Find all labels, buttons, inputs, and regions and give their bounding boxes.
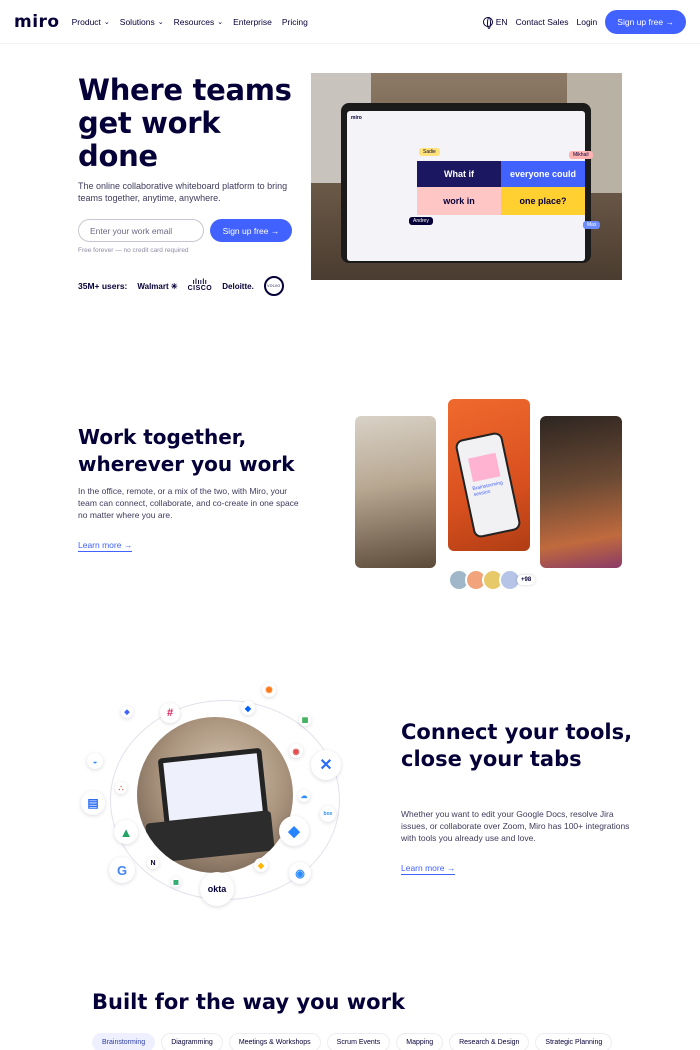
teams-icon: ◆: [121, 706, 133, 718]
cursor-tag: Sadie: [419, 148, 440, 156]
phone-note-text: Brainstorming session: [471, 479, 504, 499]
volvo-logo: VOLVO: [263, 276, 284, 296]
nav-solutions[interactable]: Solutions ⌄: [120, 17, 164, 27]
board-cell: one place?: [501, 187, 585, 215]
photo-phone-brainstorm: Brainstorming session: [448, 399, 530, 551]
notion-icon: N: [147, 857, 159, 869]
box-icon: box: [320, 806, 336, 822]
login-link[interactable]: Login: [576, 17, 597, 27]
nav-product[interactable]: Product ⌄: [72, 17, 110, 27]
phone: Brainstorming session: [454, 431, 522, 539]
hero-note: Free forever — no credit card required: [78, 247, 189, 254]
tab-strategic-planning[interactable]: Strategic Planning: [535, 1033, 613, 1050]
photo-man-on-couch: [355, 416, 436, 568]
nav-resources[interactable]: Resources ⌄: [174, 17, 224, 27]
cursor-tag: Andrey: [409, 217, 433, 225]
nav-enterprise[interactable]: Enterprise: [233, 17, 272, 27]
chevron-down-icon: ⌄: [217, 18, 224, 26]
cisco-logo: ılıılı CISCO: [187, 279, 213, 292]
tab-meetings-workshops[interactable]: Meetings & Workshops: [228, 1033, 321, 1050]
nav-product-label: Product: [71, 16, 101, 27]
photo-woman-tablet: [540, 416, 622, 568]
sheets-icon: ▦: [299, 714, 311, 726]
cursor-tag: Mikhail: [569, 151, 593, 159]
avatar-count: +98: [517, 575, 536, 585]
section-text: Whether you want to edit your Google Doc…: [401, 809, 630, 843]
webex-icon: ✕: [311, 750, 341, 780]
globe-icon: [482, 16, 493, 29]
hero-title: Where teams get work done: [78, 73, 292, 173]
miro-logo[interactable]: miro: [14, 12, 60, 32]
board-cell: everyone could: [501, 161, 585, 187]
hero-signup-button[interactable]: Sign up free →: [210, 219, 292, 242]
deloitte-logo: Deloitte.: [222, 281, 254, 291]
tab-research-design[interactable]: Research & Design: [449, 1033, 530, 1050]
walmart-logo: Walmart ✳: [137, 281, 178, 291]
collaborator-avatars: +98: [448, 569, 536, 591]
laptop-photo: [137, 717, 293, 873]
miro-board-screen: miro What if everyone could work in one …: [347, 111, 601, 261]
board-cell: work in: [417, 187, 501, 215]
nav-solutions-label: Solutions: [119, 16, 155, 27]
google-sheets-icon: ▦: [171, 877, 181, 887]
learn-more-link[interactable]: Learn more →: [401, 863, 456, 875]
board-cell: What if: [417, 161, 501, 187]
cloud-icon: ☁: [298, 790, 310, 802]
section-text: In the office, remote, or a mix of the t…: [78, 486, 299, 520]
cursor-tag: Max: [583, 221, 601, 229]
sketch-icon: ◆: [254, 858, 268, 872]
slack-icon: #: [160, 703, 180, 723]
section-title: Built for the way you work: [92, 990, 405, 1014]
board-app-name: miro: [351, 115, 362, 121]
google-docs-icon: ▤: [81, 791, 105, 815]
confluence-icon: ◒: [87, 753, 103, 769]
google-icon: G: [109, 857, 135, 883]
dropbox-icon: ◆: [241, 701, 255, 715]
email-input[interactable]: Enter your work email: [78, 219, 204, 242]
airtable-icon: ∴: [115, 782, 127, 794]
tab-mapping[interactable]: Mapping: [396, 1033, 444, 1050]
jira-icon: ◆: [279, 816, 309, 846]
nav-right: EN Contact Sales Login Sign up free →: [482, 9, 686, 34]
google-drive-icon: ▲: [114, 820, 138, 844]
tab-scrum-events[interactable]: Scrum Events: [326, 1033, 391, 1050]
hero-image: miro What if everyone could work in one …: [311, 73, 622, 280]
nav-links: Product ⌄ Solutions ⌄ Resources ⌄ Enterpris…: [72, 17, 308, 27]
users-count: 35M+ users:: [78, 281, 128, 291]
okta-icon: okta: [200, 872, 234, 906]
learn-more-link[interactable]: Learn more →: [78, 540, 133, 552]
zoom-icon: ◉: [289, 862, 311, 884]
top-nav: miro Product ⌄ Solutions ⌄ Resources ⌄ Ente…: [0, 0, 700, 44]
section-title: Work together, wherever you work: [78, 425, 295, 476]
language-label: EN: [495, 16, 508, 27]
nav-signup-button[interactable]: Sign up free →: [605, 9, 686, 34]
chevron-down-icon: ⌄: [103, 18, 110, 26]
customer-logos: 35M+ users: Walmart ✳ ılıılı CISCO Deloit…: [78, 276, 284, 296]
nav-pricing[interactable]: Pricing: [282, 17, 308, 27]
contact-sales-link[interactable]: Contact Sales: [516, 17, 569, 27]
hero-subtitle: The online collaborative whiteboard plat…: [78, 181, 288, 203]
tab-brainstorming[interactable]: Brainstorming: [92, 1033, 156, 1050]
use-case-tabs: Brainstorming Diagramming Meetings & Wor…: [92, 1033, 613, 1050]
nav-resources-label: Resources: [173, 16, 215, 27]
tab-diagramming[interactable]: Diagramming: [161, 1033, 223, 1050]
language-selector[interactable]: EN: [482, 16, 508, 29]
chevron-down-icon: ⌄: [157, 18, 164, 26]
laptop-screen: [163, 753, 263, 821]
section-title: Connect your tools, close your tabs: [401, 720, 633, 771]
record-icon: ◉: [289, 744, 303, 758]
asana-icon: ✺: [262, 683, 276, 697]
sticky-note: [468, 452, 501, 483]
